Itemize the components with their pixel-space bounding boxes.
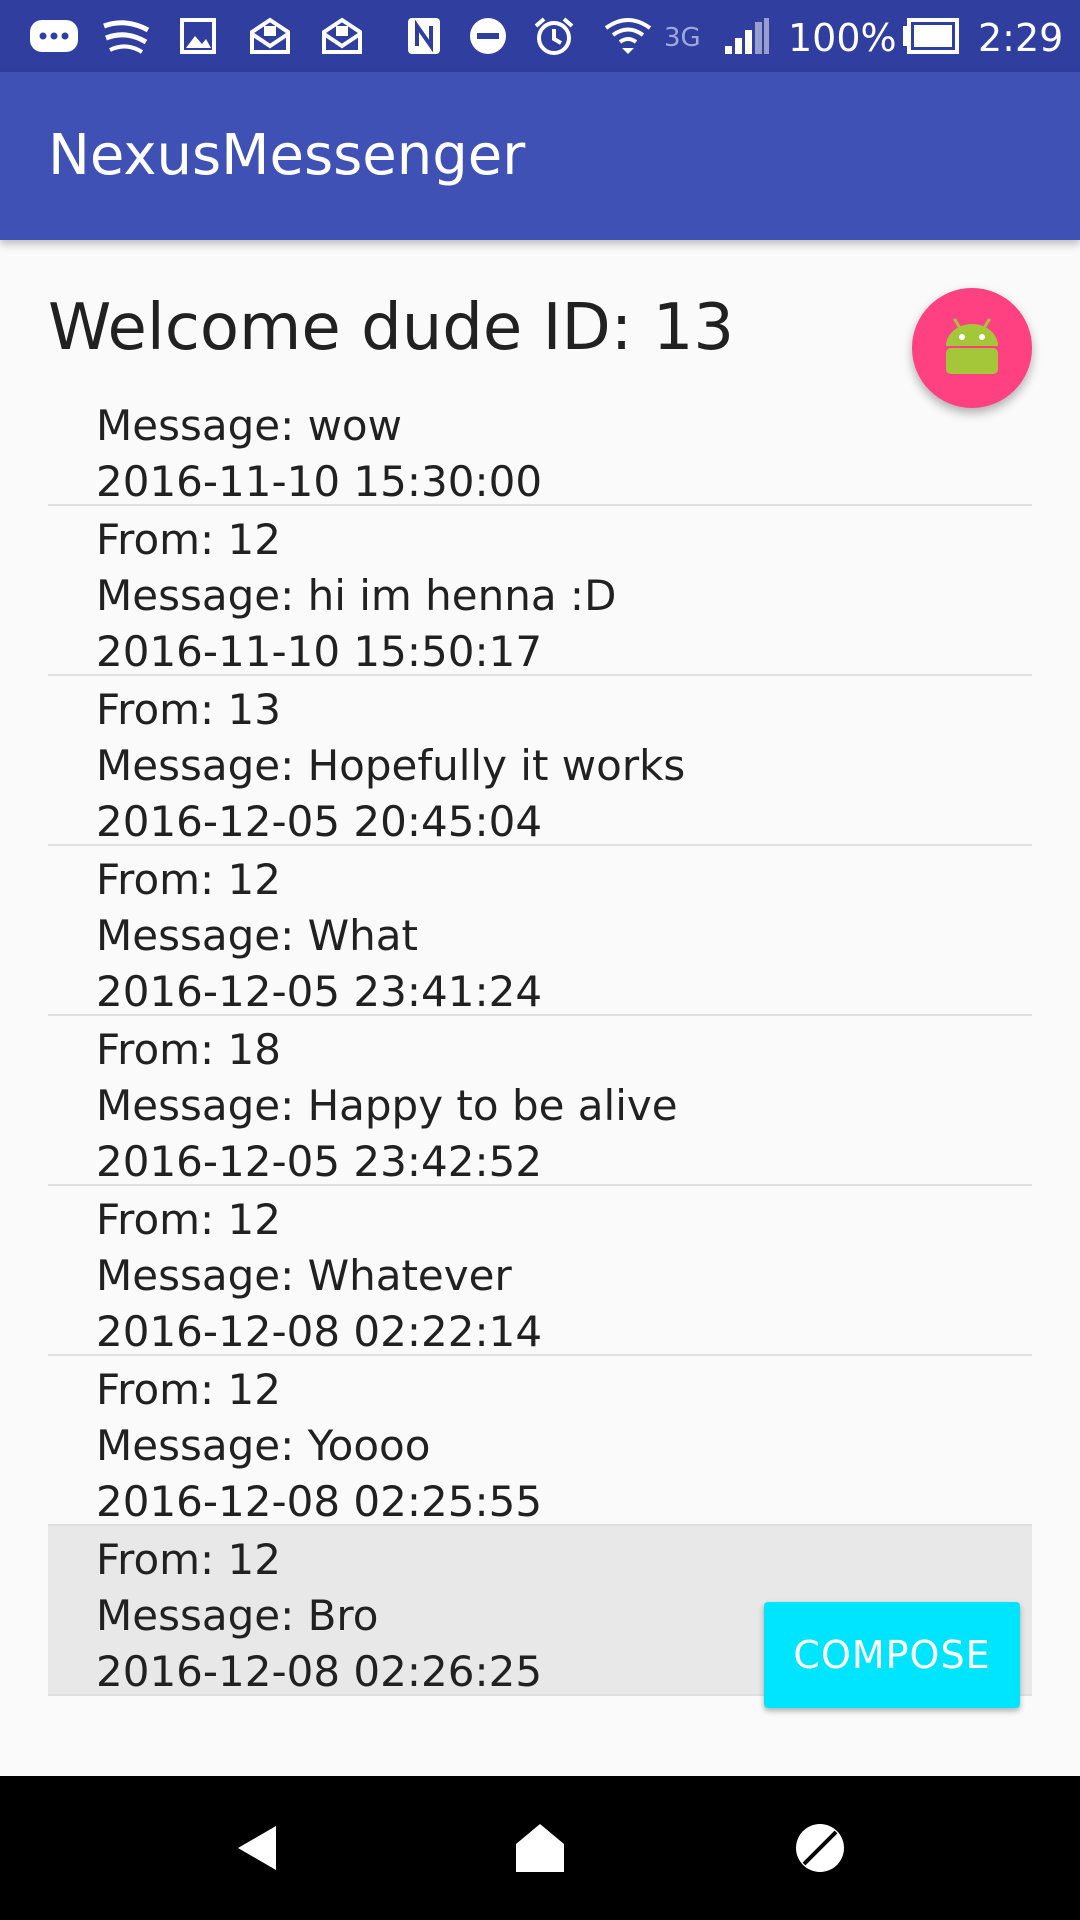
message-list-item[interactable]: From: 18 Message: Happy to be alive 2016-1… xyxy=(48,1016,1032,1186)
message-list-item[interactable]: From: 13 Message: Hopefully it works 2016-… xyxy=(48,676,1032,846)
message-list-item[interactable]: From: 12 Message: hi im henna :D 2016-11-1… xyxy=(48,506,1032,676)
message-timestamp: 2016-12-05 23:41:24 xyxy=(96,967,543,1016)
home-icon[interactable] xyxy=(500,1808,580,1888)
status-bar: 3G 100% 2:29 xyxy=(0,0,1080,72)
message-timestamp: 2016-12-05 23:42:52 xyxy=(96,1137,543,1186)
message-timestamp: 2016-12-08 02:22:14 xyxy=(96,1307,543,1356)
message-from: From: 12 xyxy=(96,1535,282,1584)
welcome-heading: Welcome dude ID: 13 xyxy=(48,291,735,365)
nfc-icon xyxy=(402,16,446,56)
fab-button[interactable] xyxy=(912,288,1032,408)
network-type-label: 3G xyxy=(664,23,701,53)
navigation-bar xyxy=(0,1776,1080,1920)
message-list-item[interactable]: From: 12Message: wow2016-11-10 15:30:00 xyxy=(48,392,1032,506)
message-message: Message: Yoooo xyxy=(96,1421,431,1470)
compose-button[interactable]: COMPOSE xyxy=(764,1602,1020,1708)
message-list-item[interactable]: From: 12 Message: What 2016-12-05 23:41:24 xyxy=(48,846,1032,1016)
battery-percent-label: 100% xyxy=(788,16,897,60)
message-timestamp: 2016-11-10 15:30:00 xyxy=(96,457,543,506)
app-title: NexusMessenger xyxy=(48,123,526,188)
message-timestamp: 2016-12-05 20:45:04 xyxy=(96,797,543,846)
message-list-item[interactable]: From: 12 Message: Whatever 2016-12-08 02:2… xyxy=(48,1186,1032,1356)
message-list[interactable]: From: 12Message: wow2016-11-10 15:30:00F… xyxy=(48,392,1032,1728)
message-list-items: From: 12Message: wow2016-11-10 15:30:00F… xyxy=(48,392,1032,1696)
swiftkey-icon xyxy=(98,16,154,56)
android-icon xyxy=(946,318,998,374)
message-from: From: 12 xyxy=(96,515,282,564)
app-bar: NexusMessenger xyxy=(0,72,1080,240)
message-from: From: 12 xyxy=(96,1365,282,1414)
message-timestamp: 2016-12-08 02:25:55 xyxy=(96,1477,543,1526)
clock-label: 2:29 xyxy=(978,16,1064,60)
message-message: Message: Happy to be alive xyxy=(96,1081,678,1130)
message-message: Message: Hopefully it works xyxy=(96,741,686,790)
message-from: From: 12 xyxy=(96,855,282,904)
mail-icon xyxy=(246,16,294,56)
message-timestamp: 2016-11-10 15:50:17 xyxy=(96,627,543,676)
message-message: Message: Whatever xyxy=(96,1251,512,1300)
message-list-item[interactable]: From: 12 Message: Yoooo 2016-12-08 02:25:5… xyxy=(48,1356,1032,1526)
messages-icon xyxy=(26,16,82,56)
alarm-icon xyxy=(530,16,578,56)
wifi-icon xyxy=(600,16,656,56)
message-from: From: 18 xyxy=(96,1025,282,1074)
battery-icon xyxy=(900,16,960,56)
signal-icon xyxy=(722,16,772,56)
do-not-disturb-icon xyxy=(466,16,510,56)
recents-icon[interactable] xyxy=(780,1808,860,1888)
mail-icon xyxy=(318,16,366,56)
message-from: From: 13 xyxy=(96,685,282,734)
message-message: Message: wow xyxy=(96,401,402,450)
gallery-icon xyxy=(176,16,220,56)
message-message: Message: hi im henna :D xyxy=(96,571,617,620)
back-icon[interactable] xyxy=(218,1808,298,1888)
message-from: From: 12 xyxy=(96,1195,282,1244)
message-message: Message: What xyxy=(96,911,418,960)
